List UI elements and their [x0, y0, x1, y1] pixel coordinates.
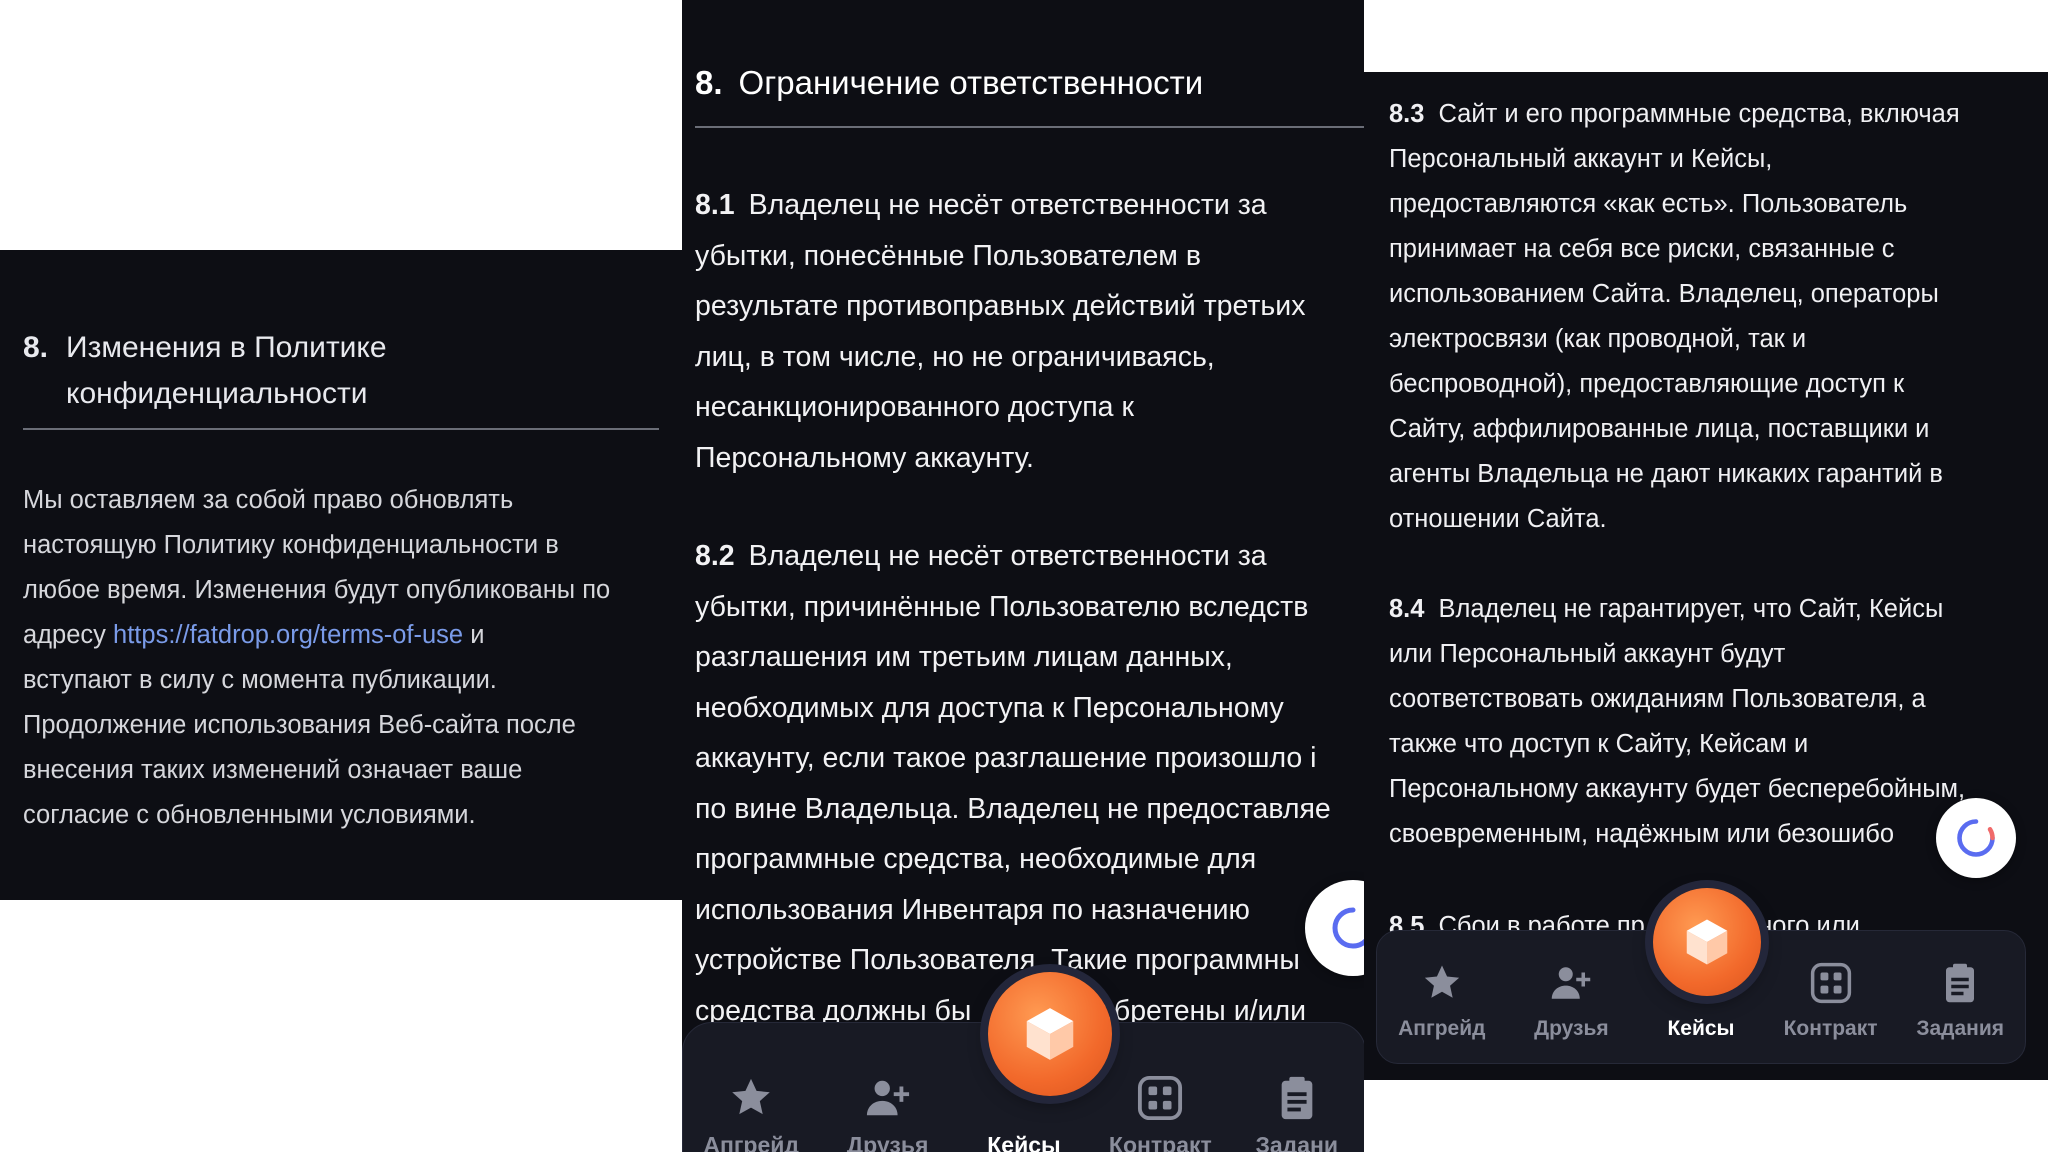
clause-8-1: 8.1 Владелец не несёт ответственности за …: [695, 189, 1306, 474]
liability-continued-panel: 8.3 Сайт и его программные средства, вклю…: [1364, 72, 2048, 1080]
section-divider: [23, 428, 659, 430]
section-heading: 8. Ограничение ответственности: [695, 58, 1203, 108]
clause-8-2: 8.2 Владелец не несёт ответственности за …: [695, 540, 1331, 1027]
clause-number: 8.4: [1389, 595, 1425, 623]
assistant-button[interactable]: [1936, 798, 2016, 878]
policy-changes-paragraph: Мы оставляем за собой право обновлять на…: [23, 486, 611, 829]
clause-number: 8.2: [695, 540, 735, 572]
clause-number: 8.1: [695, 189, 735, 221]
star-icon: [1424, 965, 1459, 998]
nav-upgrade[interactable]: Апгрейд: [686, 1070, 816, 1152]
section-number: 8.: [23, 331, 49, 364]
grid-icon: [1138, 1075, 1183, 1121]
add-friend-icon: [866, 1080, 909, 1116]
nav-tasks[interactable]: Задания: [1895, 955, 2025, 1063]
cube-icon: [1686, 919, 1728, 965]
assistant-icon: [1332, 907, 1364, 949]
cases-center-button[interactable]: [988, 972, 1112, 1096]
terms-of-use-link[interactable]: https://fatdrop.org/terms-of-use: [113, 621, 463, 649]
nav-tasks[interactable]: Задани: [1232, 1070, 1362, 1152]
nav-contract[interactable]: Контракт: [1766, 955, 1896, 1063]
liability-panel: 8. Ограничение ответственности 8.1 Владел…: [682, 0, 1364, 1152]
clause-8-3: 8.3 Сайт и его программные средства, вклю…: [1389, 100, 1960, 533]
nav-upgrade[interactable]: Апгрейд: [1377, 955, 1507, 1063]
privacy-policy-panel: 8. Изменения в Политике конфиденциальнос…: [0, 250, 682, 900]
clause-number: 8.3: [1389, 100, 1425, 128]
cases-center-button[interactable]: [1653, 888, 1761, 996]
cube-icon: [1026, 1008, 1074, 1060]
add-friend-icon: [1552, 967, 1591, 999]
section-title: Изменения в Политике конфиденциальности: [66, 331, 387, 410]
section-divider: [695, 126, 1364, 128]
grid-icon: [1810, 962, 1851, 1004]
clause-8-4: 8.4 Владелец не гарантирует, что Сайт, Ке…: [1389, 595, 1966, 848]
clipboard-icon: [1281, 1076, 1313, 1120]
nav-contract[interactable]: Контракт: [1095, 1070, 1225, 1152]
nav-friends[interactable]: Друзья: [823, 1070, 953, 1152]
nav-friends[interactable]: Друзья: [1507, 955, 1637, 1063]
section-heading: 8. Изменения в Политике конфиденциальнос…: [23, 325, 653, 417]
assistant-icon: [1957, 819, 1995, 857]
clipboard-icon: [1946, 963, 1975, 1003]
section-title: Ограничение ответственности: [738, 64, 1204, 101]
section-number: 8.: [695, 64, 723, 101]
star-icon: [732, 1078, 770, 1115]
